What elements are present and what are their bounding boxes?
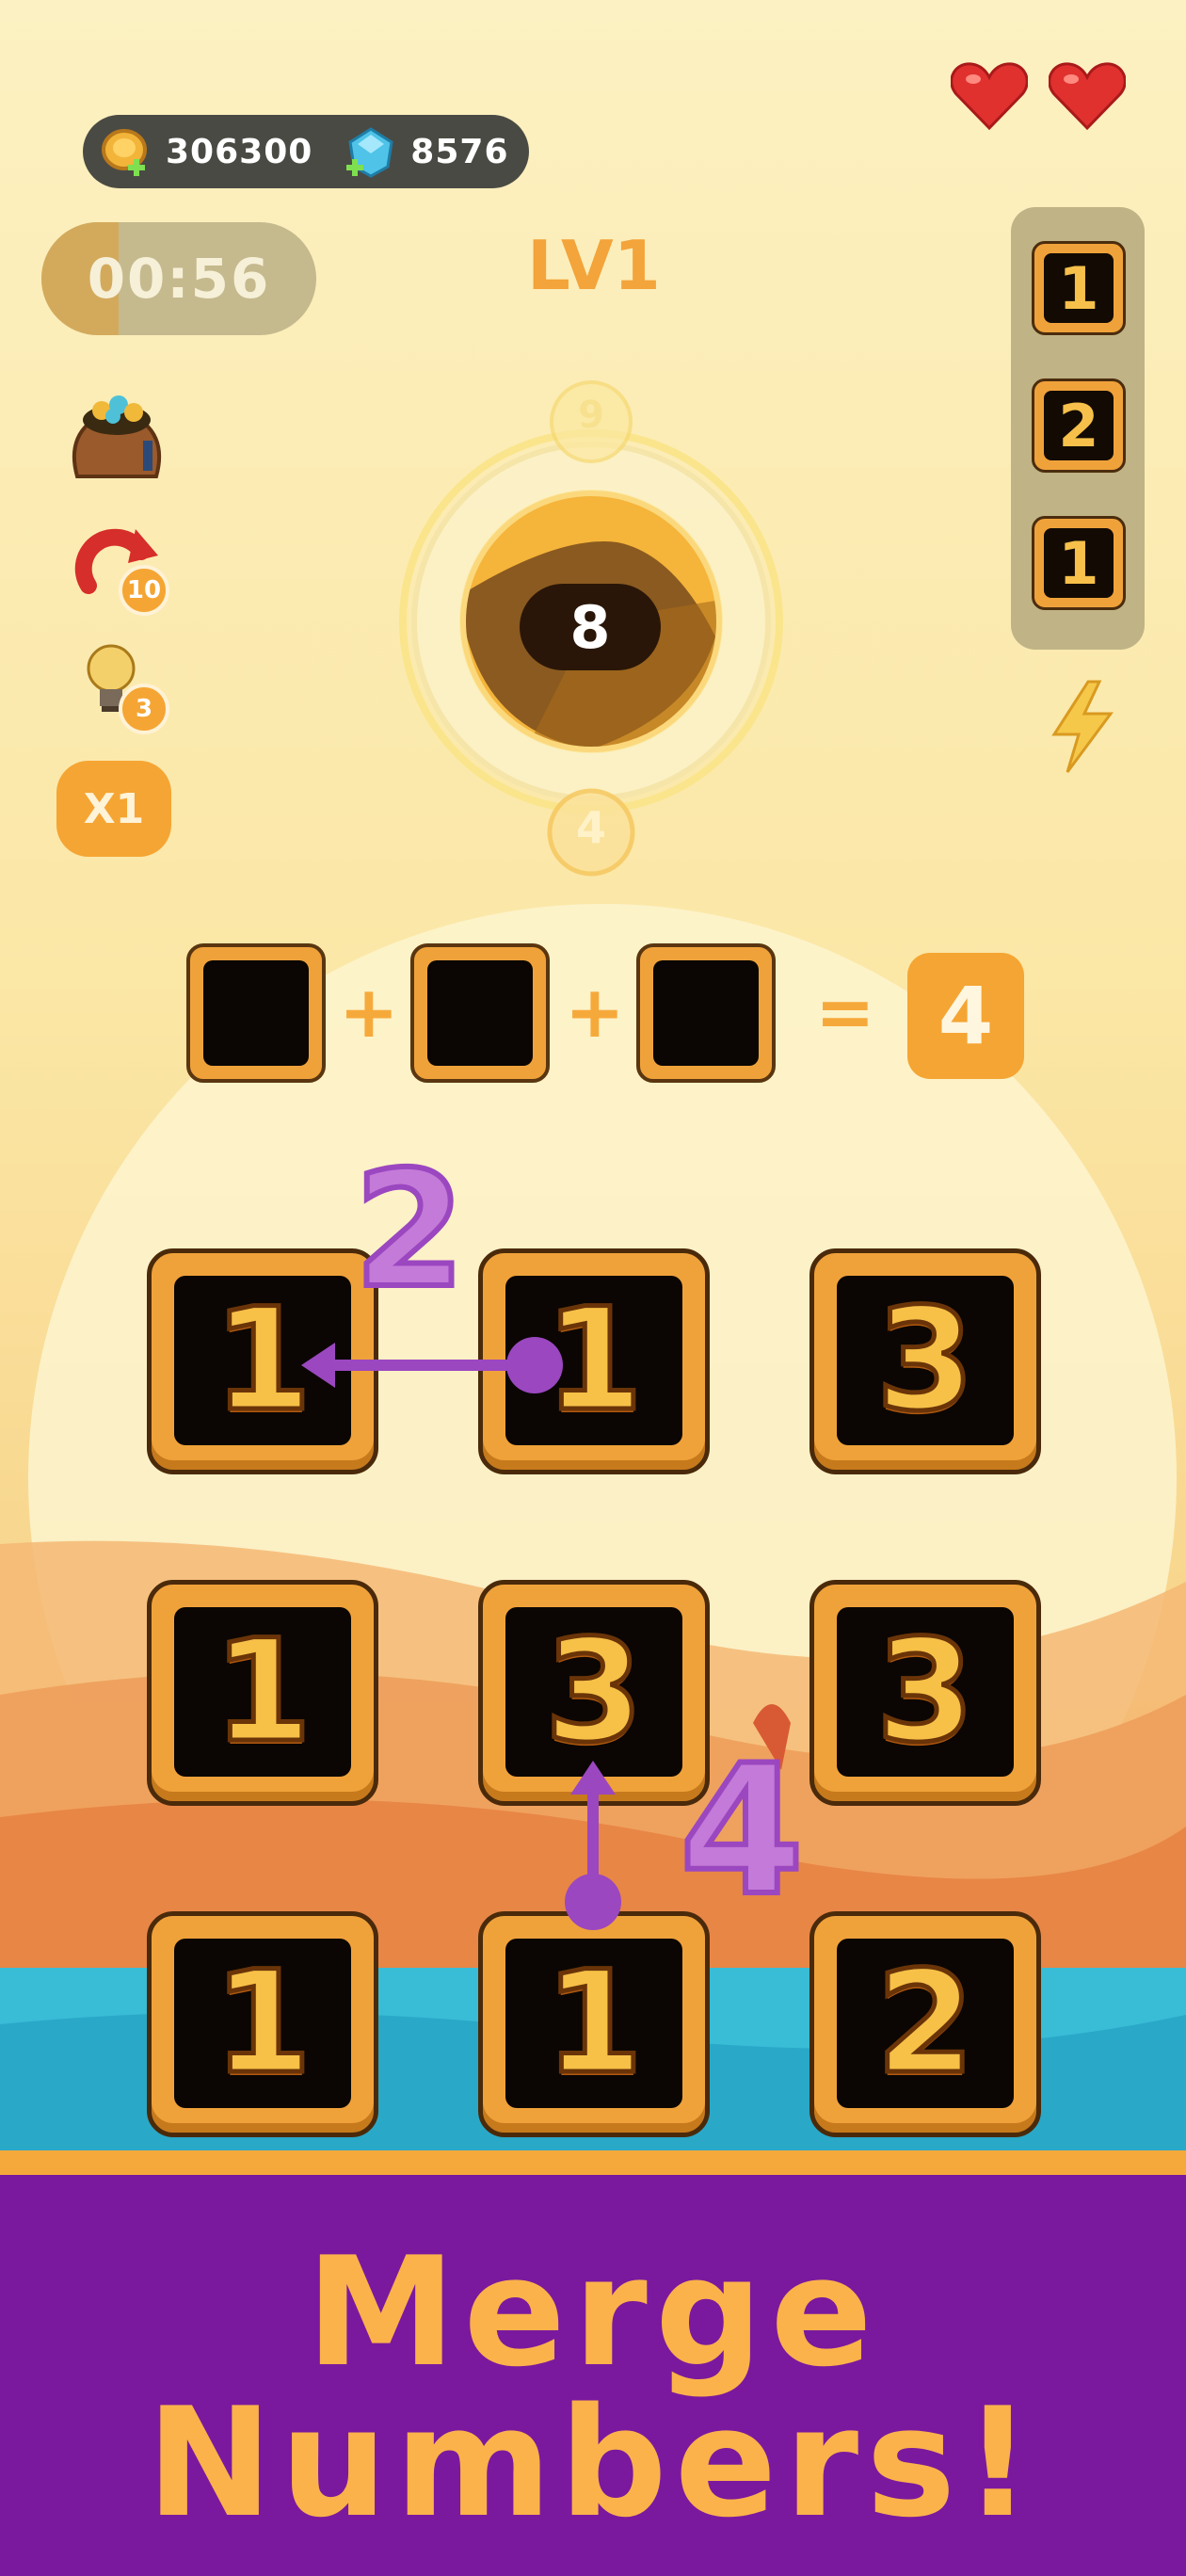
number-tile[interactable]: 1 [147, 1911, 378, 2137]
number-tile[interactable]: 3 [809, 1580, 1041, 1806]
number-tile[interactable]: 3 [809, 1248, 1041, 1474]
queue-slot: 2 [1032, 378, 1126, 473]
lightning-icon[interactable] [1047, 680, 1116, 774]
merge-arrow-left [301, 1337, 563, 1393]
multiplier-button[interactable]: X1 [56, 761, 171, 857]
banner-line-2: Numbers! [146, 2375, 1040, 2551]
undo-count-badge: 10 [119, 565, 169, 616]
number-tile[interactable]: 1 [147, 1580, 378, 1806]
number-tile[interactable]: 2 [809, 1911, 1041, 2137]
equation-slot[interactable] [186, 943, 326, 1083]
timer-bar: 00:56 [41, 222, 316, 335]
number-tile[interactable]: 1 [478, 1911, 710, 2137]
plus-sign: + [339, 970, 399, 1054]
currency-bar: 306300 8576 [83, 115, 529, 188]
dial-top-hint: 9 [578, 394, 604, 437]
dial-target-value: 8 [520, 584, 661, 670]
level-label: LV1 [527, 226, 661, 305]
merge-result-label: 4 [677, 1727, 807, 1935]
heart-icon [1049, 62, 1126, 130]
treasure-bag-icon[interactable] [64, 386, 169, 484]
next-numbers-panel: 1 2 1 [1011, 207, 1145, 650]
timer-text: 00:56 [87, 247, 271, 311]
equation-slot[interactable] [636, 943, 776, 1083]
hint-count-badge: 3 [119, 684, 169, 734]
queue-slot: 1 [1032, 516, 1126, 610]
promo-banner: Merge Numbers! [0, 2175, 1186, 2576]
dial-bottom-hint: 4 [575, 802, 606, 853]
banner-line-1: Merge [306, 2224, 880, 2400]
banner-divider [0, 2150, 1186, 2175]
merge-arrow-up [565, 1761, 621, 1930]
gem-add-icon[interactable] [345, 125, 397, 178]
equation-slot[interactable] [410, 943, 550, 1083]
merge-result-label: 2 [351, 1137, 468, 1324]
queue-slot: 1 [1032, 241, 1126, 335]
coin-add-icon[interactable] [100, 125, 152, 178]
undo-button[interactable]: 10 [70, 520, 173, 616]
coin-count: 306300 [166, 132, 313, 171]
plus-sign: + [565, 970, 625, 1054]
gem-count: 8576 [410, 132, 509, 171]
heart-icon [951, 62, 1028, 130]
equals-sign: = [815, 970, 875, 1054]
hint-button[interactable]: 3 [81, 640, 175, 734]
equation-result: 4 [907, 953, 1024, 1079]
